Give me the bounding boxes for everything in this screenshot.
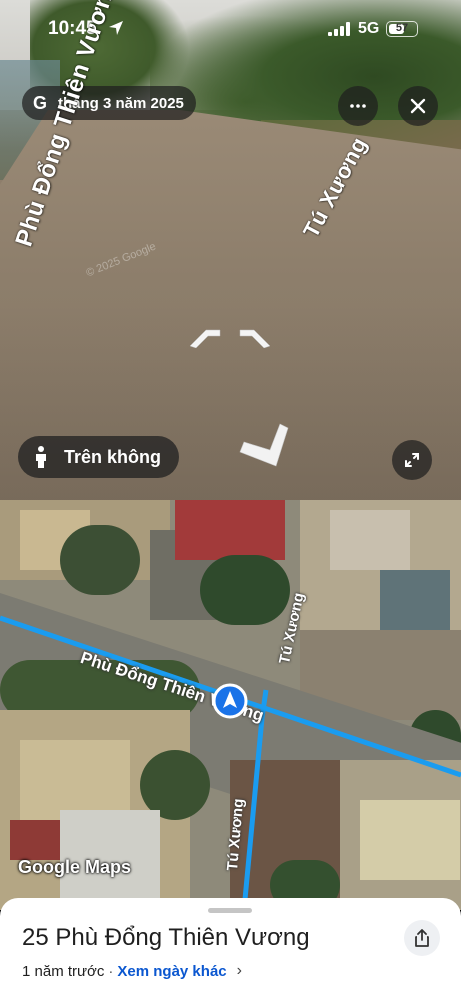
navigate-left-arrow[interactable] [188, 326, 222, 348]
navigate-right-arrow[interactable] [238, 326, 272, 348]
more-button[interactable] [338, 86, 378, 126]
time-ago: 1 năm trước [22, 962, 105, 980]
separator: · [108, 962, 114, 980]
status-bar: 10:45 5G 57 [0, 0, 461, 56]
capture-date-pill[interactable]: G tháng 3 năm 2025 [22, 86, 196, 120]
chevron-right-icon[interactable]: › [237, 962, 242, 980]
close-button[interactable] [398, 86, 438, 126]
location-marker-icon[interactable] [212, 683, 248, 719]
place-sheet[interactable]: 25 Phù Đổng Thiên Vương 1 năm trước · Xe… [0, 898, 461, 1000]
signal-icon [328, 22, 350, 36]
capture-info: 1 năm trước · Xem ngày khác › [22, 962, 242, 980]
network-type: 5G [358, 20, 380, 37]
expand-button[interactable] [392, 440, 432, 480]
aerial-view-label: Trên không [64, 446, 162, 467]
share-button[interactable] [404, 920, 440, 956]
more-horizontal-icon [350, 104, 366, 108]
see-other-dates-link[interactable]: Xem ngày khác [117, 963, 226, 980]
satellite-map[interactable]: Phù Đổng Thiên Vương Tú Xương Tú Xương [0, 500, 461, 910]
close-icon [410, 98, 426, 114]
aerial-view-button[interactable]: Trên không [18, 436, 180, 478]
expand-icon [405, 453, 419, 467]
battery-icon: 57 [386, 21, 418, 37]
google-maps-logo: Google Maps [18, 857, 132, 877]
navigate-forward-arrow[interactable] [236, 422, 292, 472]
sheet-grabber[interactable] [208, 908, 252, 913]
place-title: 25 Phù Đổng Thiên Vương [22, 924, 310, 951]
google-g-icon: G [32, 93, 47, 113]
battery-percent: 57 [395, 22, 409, 34]
share-icon [415, 929, 429, 947]
street-view-panel[interactable]: 10:45 5G 57 G tháng 3 năm 2025 Phù Đổng … [0, 0, 461, 500]
person-icon [36, 446, 46, 468]
